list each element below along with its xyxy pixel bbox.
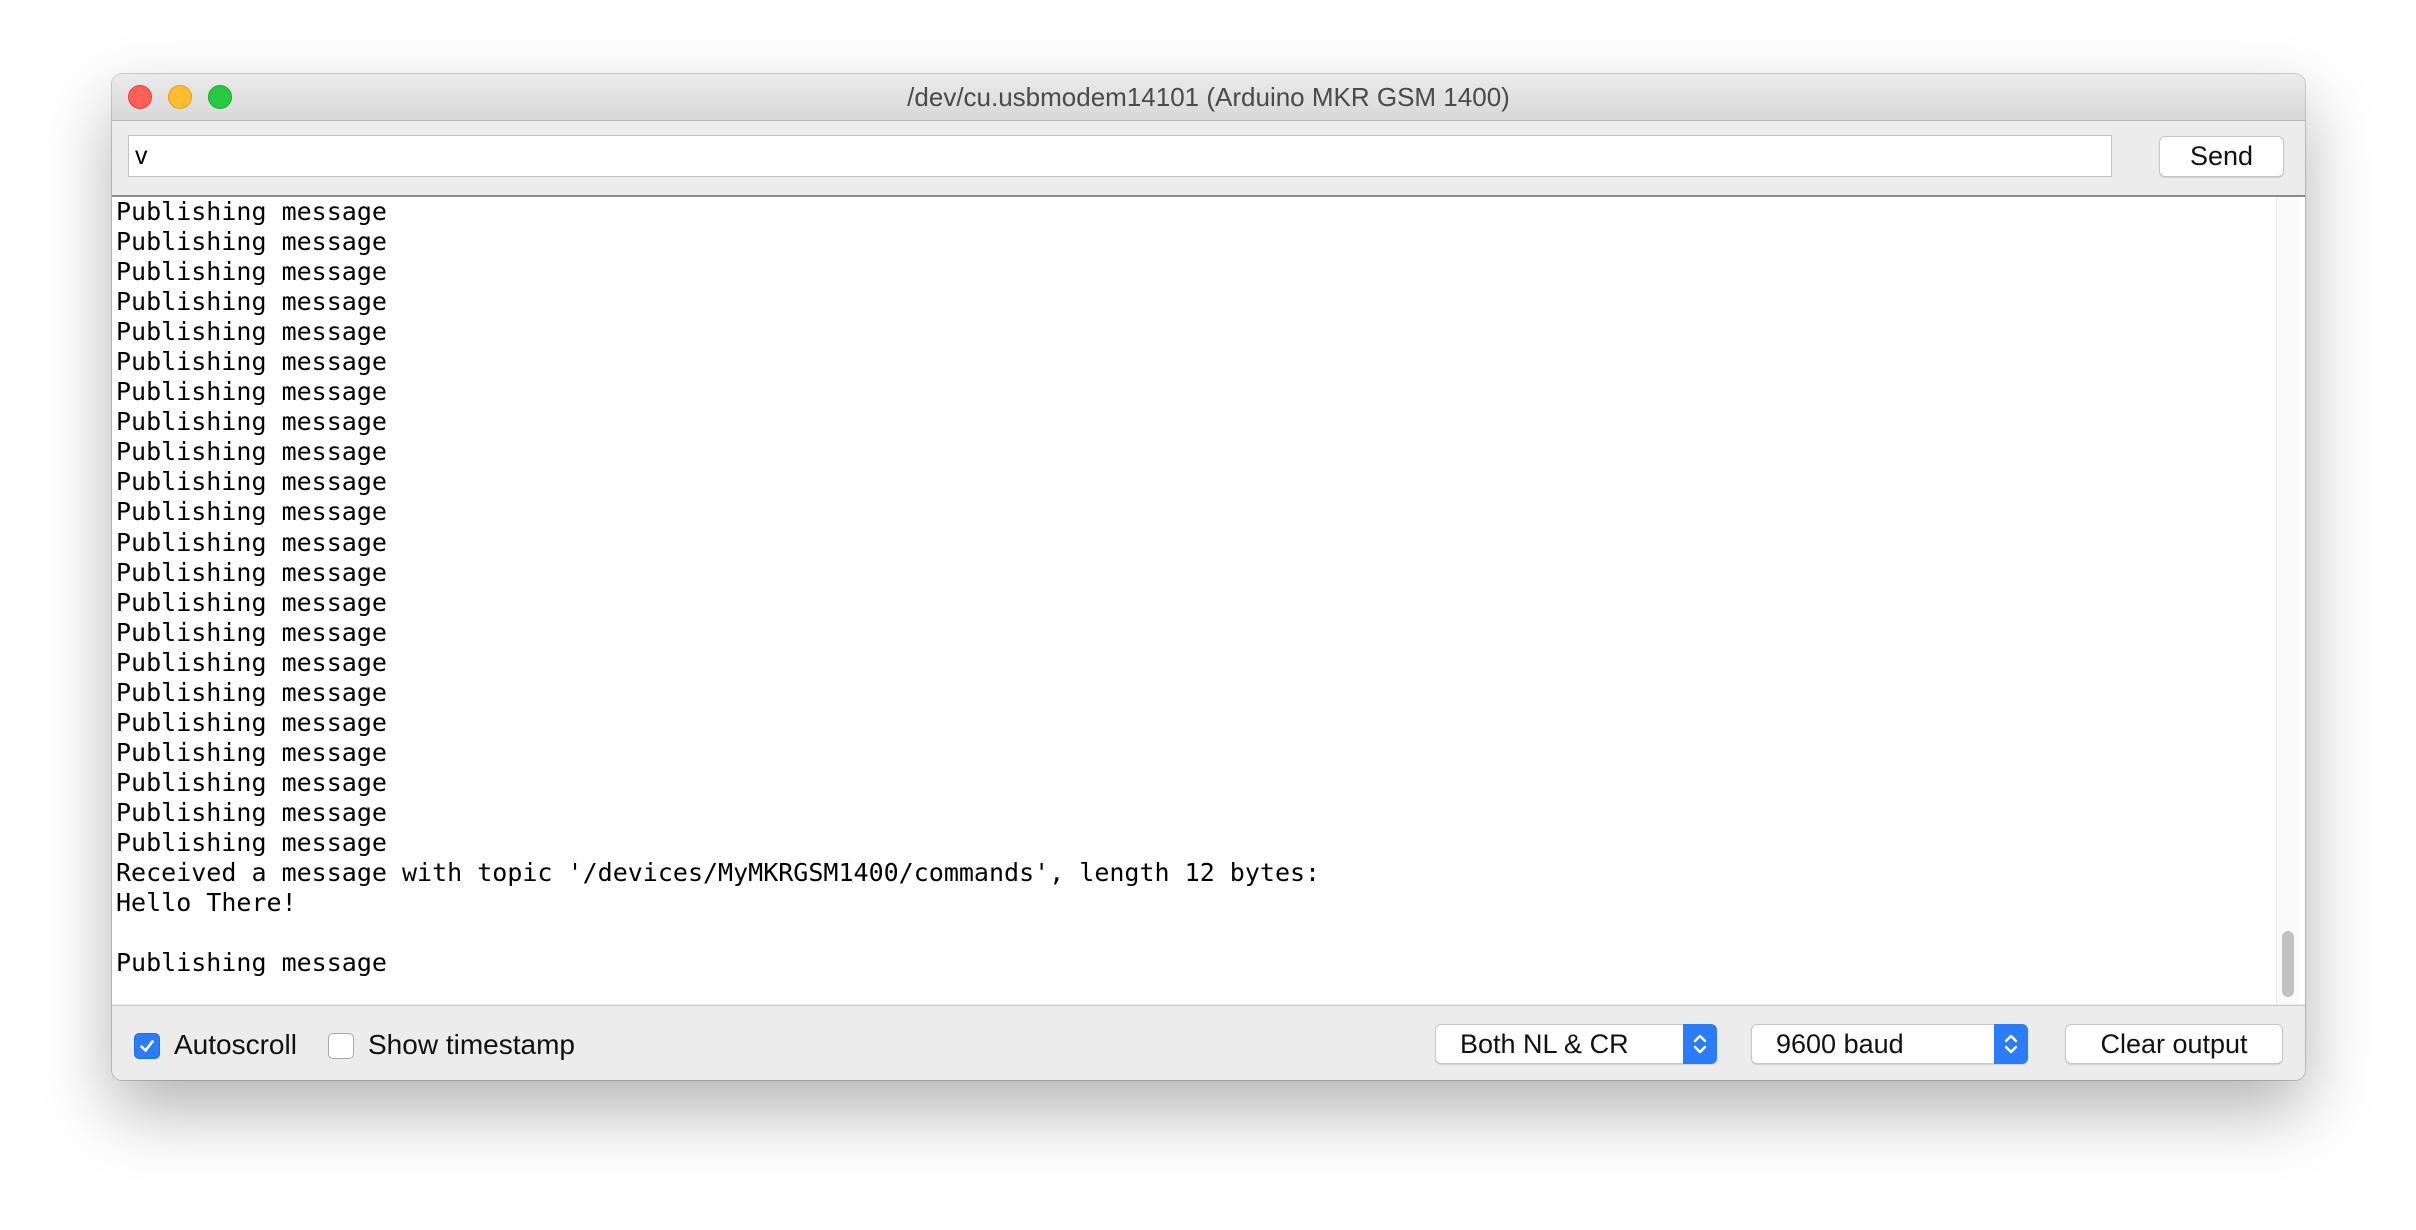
output-line: Hello There! — [116, 888, 297, 918]
output-line: Publishing message — [116, 407, 387, 437]
output-line: Publishing message — [116, 827, 387, 857]
output-line: Publishing message — [116, 197, 387, 226]
scrollbar-thumb[interactable] — [2282, 931, 2294, 997]
output-line: Publishing message — [116, 797, 387, 827]
output-line: Publishing message — [116, 347, 387, 377]
title-bar[interactable]: /dev/cu.usbmodem14101 (Arduino MKR GSM 1… — [112, 74, 2305, 121]
send-button[interactable]: Send — [2159, 136, 2284, 177]
status-toolbar: Autoscroll Show timestamp Both NL & CR 9… — [112, 1005, 2305, 1080]
output-line: Publishing message — [116, 647, 387, 677]
output-line: Publishing message — [116, 557, 387, 587]
send-toolbar: Send — [112, 121, 2305, 197]
show-timestamp-label[interactable]: Show timestamp — [368, 1028, 575, 1062]
show-timestamp-checkbox[interactable] — [328, 1033, 354, 1059]
output-line: Publishing message — [116, 317, 387, 347]
output-line: Publishing message — [116, 227, 387, 257]
autoscroll-checkbox[interactable] — [134, 1033, 160, 1059]
window-title: /dev/cu.usbmodem14101 (Arduino MKR GSM 1… — [907, 82, 1510, 112]
serial-input-field[interactable] — [128, 135, 2112, 177]
chevron-up-down-icon — [2004, 1034, 2018, 1054]
line-ending-value: Both NL & CR — [1460, 1029, 1629, 1059]
baud-rate-stepper[interactable] — [1994, 1024, 2028, 1064]
output-line: Publishing message — [116, 527, 387, 557]
output-line: Publishing message — [116, 497, 387, 527]
serial-output-area[interactable]: Publishing message Publishing message Publ… — [112, 197, 2305, 1004]
output-text: Publishing message Publishing message Publ… — [116, 197, 2265, 1004]
output-line: Publishing message — [116, 767, 387, 797]
output-line: Publishing message — [116, 737, 387, 767]
output-line: Publishing message — [116, 467, 387, 497]
output-line: Publishing message — [116, 707, 387, 737]
output-line: Publishing message — [116, 377, 387, 407]
line-ending-select[interactable]: Both NL & CR — [1435, 1024, 1717, 1064]
output-line: Publishing message — [116, 257, 387, 287]
baud-rate-value: 9600 baud — [1776, 1029, 1904, 1059]
clear-output-button[interactable]: Clear output — [2065, 1024, 2283, 1064]
baud-rate-select[interactable]: 9600 baud — [1751, 1024, 2028, 1064]
chevron-up-down-icon — [1693, 1034, 1707, 1054]
output-line: Publishing message — [116, 617, 387, 647]
output-line: Publishing message — [116, 948, 387, 978]
checkmark-icon — [140, 1040, 154, 1052]
output-line: Received a message with topic '/devices/… — [116, 858, 1321, 888]
line-ending-stepper[interactable] — [1683, 1024, 1717, 1064]
vertical-scrollbar[interactable] — [2276, 197, 2299, 1004]
output-line: Publishing message — [116, 587, 387, 617]
output-line: Publishing message — [116, 677, 387, 707]
output-line: Publishing message — [116, 437, 387, 467]
autoscroll-label[interactable]: Autoscroll — [174, 1028, 297, 1062]
serial-monitor-window: /dev/cu.usbmodem14101 (Arduino MKR GSM 1… — [112, 74, 2305, 1080]
output-line: Publishing message — [116, 287, 387, 317]
